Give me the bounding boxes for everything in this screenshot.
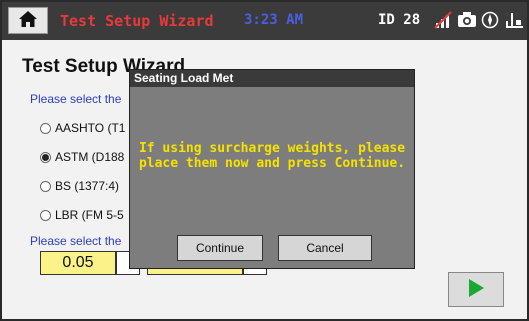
cancel-button[interactable]: Cancel xyxy=(278,235,372,261)
wizard-title: Test Setup Wizard xyxy=(60,12,214,30)
home-icon xyxy=(18,10,38,32)
continue-button[interactable]: Continue xyxy=(177,235,263,261)
radio-button[interactable] xyxy=(40,209,51,221)
radio-label: AASHTO (T1 xyxy=(55,121,126,135)
seating-load-dialog: Seating Load Met If using surcharge weig… xyxy=(129,69,415,269)
next-button[interactable] xyxy=(448,272,504,307)
play-icon xyxy=(466,278,486,302)
radio-lbr[interactable]: LBR (FM 5-5 xyxy=(40,208,124,222)
radio-button-selected[interactable] xyxy=(40,151,51,163)
rate-value-field[interactable]: 0.05 xyxy=(40,251,116,275)
camera-icon[interactable] xyxy=(457,11,477,33)
dialog-title: Seating Load Met xyxy=(130,70,414,87)
dialog-message: If using surcharge weights, please place… xyxy=(138,141,406,171)
radio-label: LBR (FM 5-5 xyxy=(55,208,124,222)
device-id: ID 28 xyxy=(378,12,421,28)
radio-astm[interactable]: ASTM (D188 xyxy=(40,150,124,164)
usb-icon xyxy=(504,11,524,33)
top-bar: Test Setup Wizard 3:23 AM ID 28 xyxy=(2,2,527,40)
home-button[interactable] xyxy=(8,7,48,34)
radio-aashto[interactable]: AASHTO (T1 xyxy=(40,121,125,135)
signal-off-icon xyxy=(434,11,452,33)
radio-button[interactable] xyxy=(40,122,51,134)
radio-label: BS (1377:4) xyxy=(55,179,120,193)
app-window: Test Setup Wizard 3:23 AM ID 28 Test Set… xyxy=(0,0,529,321)
radio-button[interactable] xyxy=(40,180,51,192)
standard-prompt: Please select the xyxy=(30,92,122,106)
radio-label: ASTM (D188 xyxy=(55,150,125,164)
radio-bs[interactable]: BS (1377:4) xyxy=(40,179,119,193)
clock-time: 3:23 AM xyxy=(244,12,304,28)
rate-prompt: Please select the xyxy=(30,234,122,248)
compass-icon xyxy=(481,11,499,33)
